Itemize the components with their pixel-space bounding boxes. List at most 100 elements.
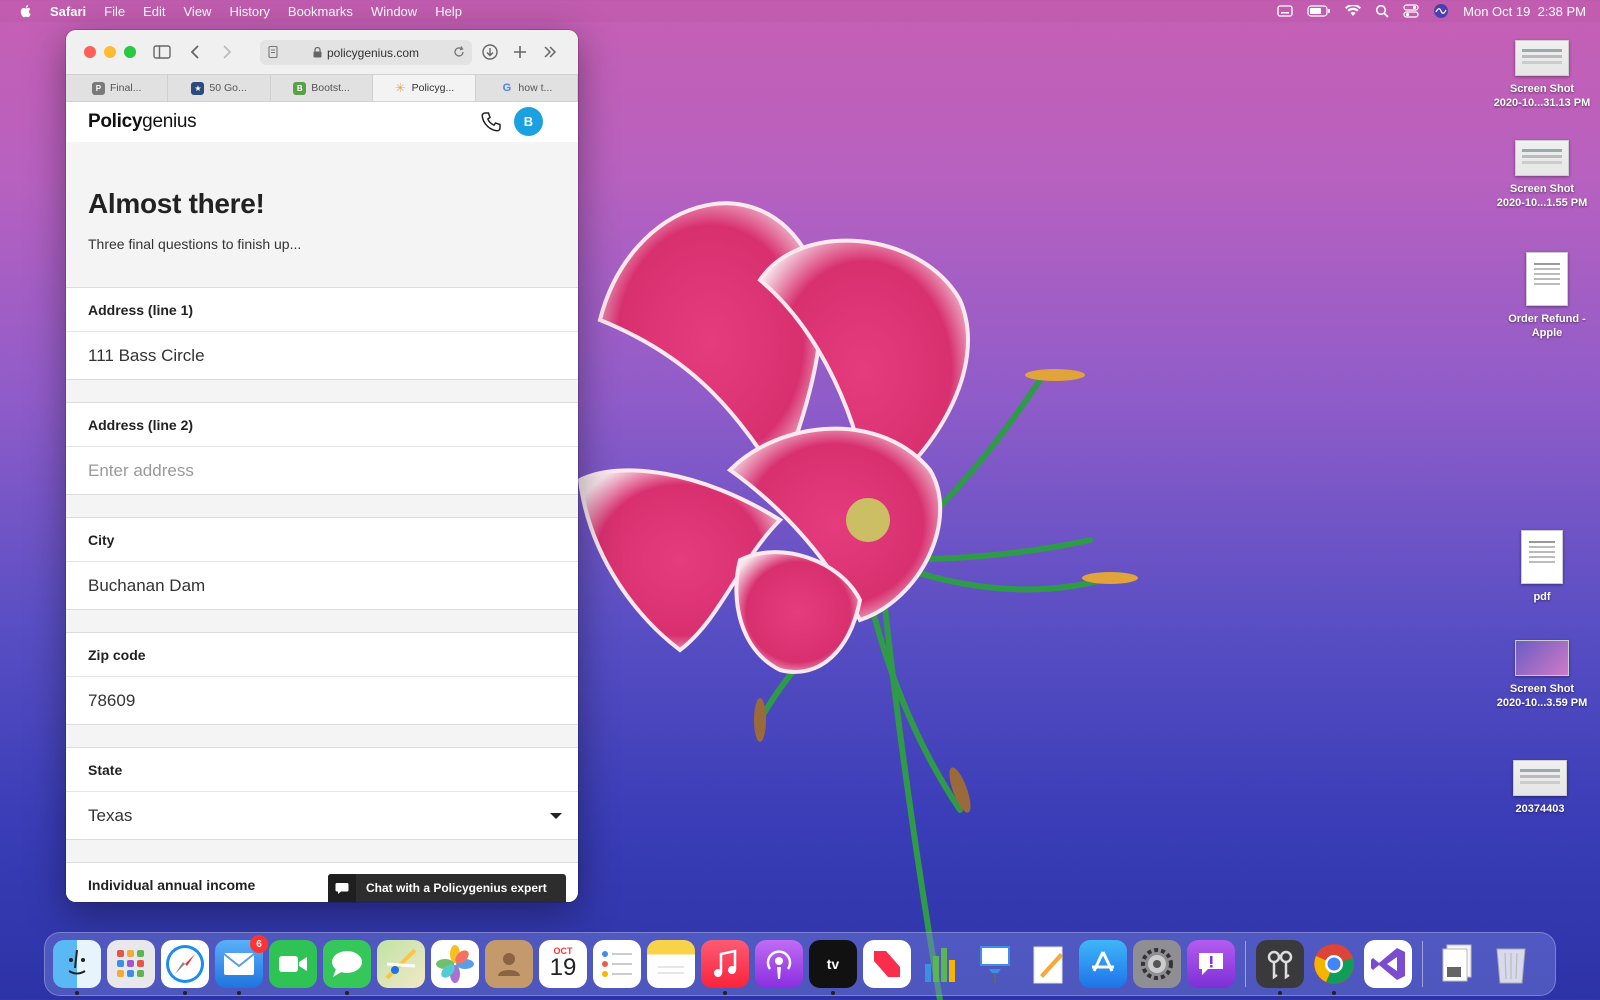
dock-visual-studio[interactable] bbox=[1364, 940, 1412, 988]
dock-notes[interactable] bbox=[647, 940, 695, 988]
news-icon bbox=[874, 951, 900, 977]
spotlight-search-icon[interactable] bbox=[1375, 4, 1389, 18]
dock-music[interactable] bbox=[701, 940, 749, 995]
wifi-icon[interactable] bbox=[1345, 5, 1362, 17]
dock-numbers[interactable] bbox=[917, 940, 965, 988]
user-avatar[interactable]: B bbox=[514, 107, 543, 136]
close-window-button[interactable] bbox=[84, 46, 96, 58]
dock-tv[interactable]: tv bbox=[809, 940, 857, 995]
menu-view[interactable]: View bbox=[184, 4, 212, 19]
running-indicator bbox=[345, 991, 349, 995]
minimize-window-button[interactable] bbox=[104, 46, 116, 58]
dock-messages[interactable] bbox=[323, 940, 371, 995]
sidebar-toggle-icon[interactable] bbox=[152, 42, 172, 62]
menu-app-name[interactable]: Safari bbox=[50, 4, 86, 19]
back-icon[interactable] bbox=[186, 42, 206, 62]
phone-icon[interactable] bbox=[480, 111, 502, 133]
desktop-file-screenshot[interactable]: Screen Shot 2020-10...1.55 PM bbox=[1487, 140, 1597, 210]
page-title: Almost there! bbox=[88, 188, 265, 219]
menu-clock[interactable]: Mon Oct 19 2:38 PM bbox=[1463, 4, 1586, 19]
tab-favicon-p-icon: P bbox=[91, 81, 105, 95]
dock-chrome[interactable] bbox=[1310, 940, 1358, 995]
tab-50-go[interactable]: ★ 50 Go... bbox=[168, 75, 271, 101]
logo-light-part: genius bbox=[142, 111, 197, 132]
dock-safari[interactable] bbox=[161, 940, 209, 995]
dock-feedback-assistant[interactable] bbox=[1187, 940, 1235, 988]
dock-facetime[interactable] bbox=[269, 940, 317, 988]
tab-bar: P Final... ★ 50 Go... B Bootst... ✳ Poli… bbox=[66, 74, 578, 102]
dock-separator bbox=[1422, 941, 1423, 987]
desktop-file-screenshot[interactable]: Screen Shot 2020-10...31.13 PM bbox=[1487, 40, 1597, 110]
state-select[interactable]: Texas bbox=[66, 792, 578, 840]
dock-trash[interactable] bbox=[1487, 940, 1535, 988]
menu-help[interactable]: Help bbox=[435, 4, 462, 19]
downloads-icon[interactable] bbox=[480, 42, 500, 62]
keyboard-icon[interactable] bbox=[1277, 5, 1293, 17]
state-label: State bbox=[66, 747, 578, 792]
chevron-down-icon bbox=[550, 813, 562, 819]
siri-icon[interactable] bbox=[1433, 3, 1449, 19]
desktop-file-order-refund[interactable]: Order Refund - Apple bbox=[1492, 252, 1600, 340]
forward-icon[interactable] bbox=[216, 42, 236, 62]
dock-app-store[interactable] bbox=[1079, 940, 1127, 988]
menu-history[interactable]: History bbox=[229, 4, 269, 19]
dock-downloads-stack[interactable] bbox=[1433, 940, 1481, 988]
zoom-window-button[interactable] bbox=[124, 46, 136, 58]
field-spacer bbox=[66, 840, 578, 862]
music-note-icon bbox=[714, 949, 737, 977]
desktop-file-20374403[interactable]: 20374403 bbox=[1485, 760, 1595, 816]
chat-button-label: Chat with a Policygenius expert bbox=[366, 881, 547, 895]
address1-input[interactable]: 111 Bass Circle bbox=[66, 332, 578, 380]
dock-pages[interactable] bbox=[1025, 940, 1073, 988]
desktop-file-pdf[interactable]: pdf bbox=[1487, 530, 1597, 604]
state-selected-value: Texas bbox=[88, 805, 133, 825]
apple-menu-icon[interactable] bbox=[18, 3, 34, 19]
battery-icon[interactable] bbox=[1307, 5, 1331, 17]
dock-finder[interactable] bbox=[53, 940, 101, 995]
tab-label: Bootst... bbox=[311, 82, 350, 94]
tab-policygenius[interactable]: ✳ Policyg... bbox=[373, 75, 476, 101]
page-icon[interactable] bbox=[266, 45, 280, 59]
dock-system-preferences[interactable] bbox=[1133, 940, 1181, 988]
running-indicator bbox=[831, 991, 835, 995]
dock-launchpad[interactable] bbox=[107, 940, 155, 988]
tab-bootstrap[interactable]: B Bootst... bbox=[271, 75, 374, 101]
chat-with-expert-button[interactable]: Chat with a Policygenius expert bbox=[328, 874, 566, 902]
new-tab-icon[interactable] bbox=[510, 42, 530, 62]
dock-photos[interactable] bbox=[431, 940, 479, 988]
address2-input[interactable]: Enter address bbox=[66, 447, 578, 495]
feedback-assistant-icon bbox=[1199, 953, 1223, 975]
desktop-file-screenshot[interactable]: Screen Shot 2020-10...3.59 PM bbox=[1487, 640, 1597, 710]
menu-file[interactable]: File bbox=[104, 4, 125, 19]
tab-how-to[interactable]: G how t... bbox=[476, 75, 578, 101]
tab-final[interactable]: P Final... bbox=[66, 75, 169, 101]
dock-keynote[interactable] bbox=[971, 940, 1019, 988]
dock-podcasts[interactable] bbox=[755, 940, 803, 988]
dock-keychain-access[interactable] bbox=[1256, 940, 1304, 995]
control-center-icon[interactable] bbox=[1403, 4, 1419, 18]
browser-toolbar: policygenius.com bbox=[66, 30, 578, 74]
screenshot-thumbnail-icon bbox=[1515, 140, 1569, 176]
web-page: Policygenius B Almost there! Three final… bbox=[66, 102, 578, 902]
city-input[interactable]: Buchanan Dam bbox=[66, 562, 578, 610]
more-tabs-icon[interactable] bbox=[540, 42, 560, 62]
podcasts-icon bbox=[766, 950, 792, 979]
running-indicator bbox=[183, 991, 187, 995]
dock-contacts[interactable] bbox=[485, 940, 533, 988]
dock-calendar[interactable]: OCT 19 bbox=[539, 940, 587, 988]
reminders-list-icon bbox=[602, 951, 632, 977]
tab-favicon-policygenius-icon: ✳ bbox=[395, 81, 406, 95]
policygenius-logo[interactable]: Policygenius bbox=[88, 111, 197, 133]
address-bar[interactable]: policygenius.com bbox=[260, 40, 472, 65]
reload-icon[interactable] bbox=[452, 45, 466, 59]
desktop-file-label: 2020-10...31.13 PM bbox=[1493, 97, 1591, 109]
menu-bookmarks[interactable]: Bookmarks bbox=[288, 4, 353, 19]
dock-maps[interactable] bbox=[377, 940, 425, 988]
dock-reminders[interactable] bbox=[593, 940, 641, 988]
menu-window[interactable]: Window bbox=[371, 4, 417, 19]
keynote-podium-icon bbox=[980, 946, 1010, 983]
dock-mail[interactable]: 6 bbox=[215, 935, 268, 995]
zip-input[interactable]: 78609 bbox=[66, 677, 578, 725]
dock-news[interactable] bbox=[863, 940, 911, 988]
menu-edit[interactable]: Edit bbox=[143, 4, 165, 19]
